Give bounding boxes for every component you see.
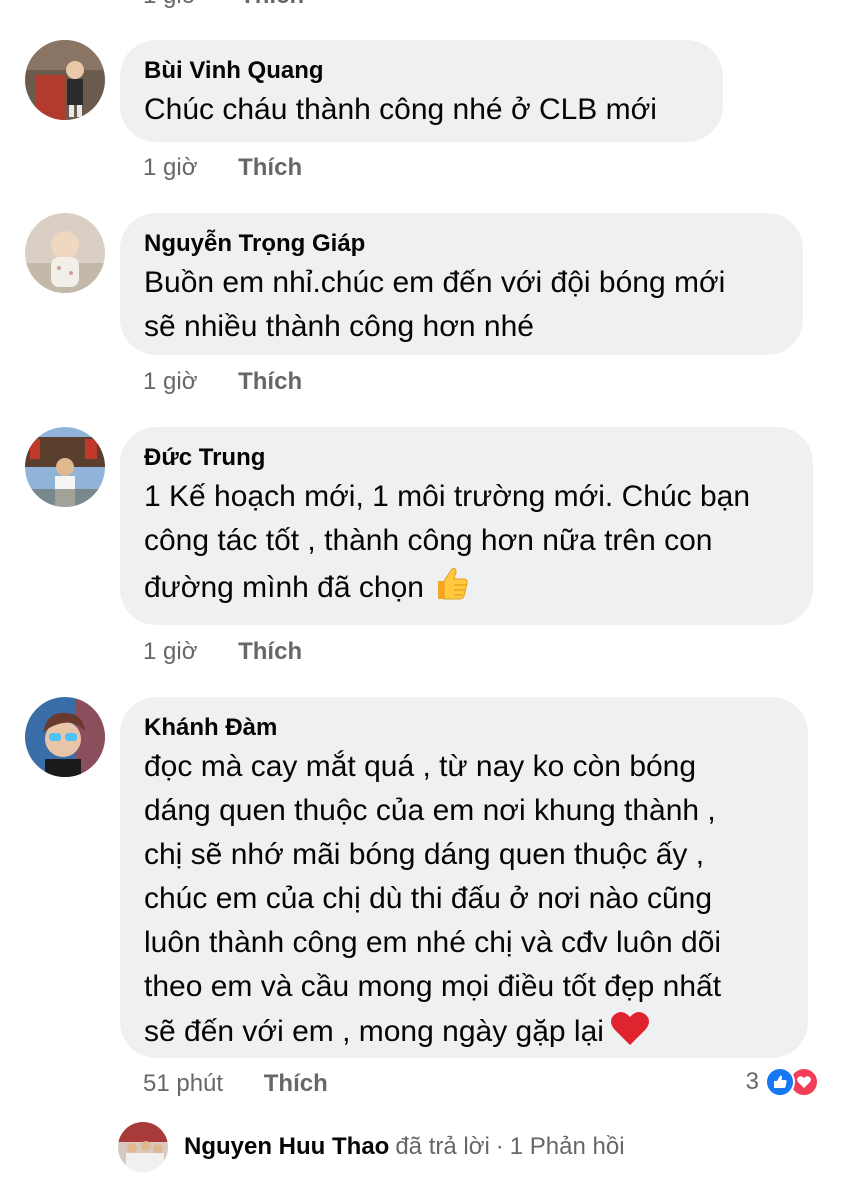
comment-author[interactable]: Đức Trung (144, 441, 789, 475)
like-reaction-icon (765, 1067, 795, 1097)
reaction-summary[interactable]: 3 (746, 1067, 819, 1097)
comment-text-content: đọc mà cay mắt quá , từ nay ko còn bóng … (144, 750, 722, 1048)
separator: · (495, 1133, 504, 1160)
comment-bubble: Khánh Đàm đọc mà cay mắt quá , từ nay ko… (120, 697, 808, 1058)
reply-author[interactable]: Nguyen Huu Thao (184, 1133, 389, 1161)
comment-text: 1 Kế hoạch mới, 1 môi trường mới. Chúc b… (144, 475, 789, 616)
comment-text: đọc mà cay mắt quá , từ nay ko còn bóng … (144, 745, 784, 1060)
comment-bubble: Bùi Vinh Quang Chúc cháu thành công nhé … (120, 40, 723, 142)
reply-count[interactable]: 1 Phản hồi (510, 1133, 625, 1161)
reply-action: đã trả lời (395, 1133, 490, 1160)
comment-text: Chúc cháu thành công nhé ở CLB mới (144, 93, 657, 126)
comment-meta: 1 giờ Thích (143, 154, 302, 182)
avatar[interactable] (25, 427, 105, 507)
comment-meta: 1 giờ Thích (143, 368, 302, 396)
like-link[interactable]: Thích (238, 638, 302, 665)
avatar (118, 1122, 168, 1172)
comment-meta: 51 phút Thích (143, 1070, 328, 1098)
like-link[interactable]: Thích (240, 0, 304, 9)
avatar[interactable] (25, 40, 105, 120)
comment-time: 1 giờ (143, 154, 198, 181)
comment-bubble: Đức Trung 1 Kế hoạch mới, 1 môi trường m… (120, 427, 813, 625)
red-heart-emoji-icon (610, 1009, 650, 1060)
comment-bubble: Nguyễn Trọng Giáp Buồn em nhỉ.chúc em đế… (120, 213, 803, 355)
reaction-count: 3 (745, 1068, 759, 1095)
thumbs-up-emoji-icon (430, 563, 470, 616)
avatar[interactable] (25, 697, 105, 777)
like-link[interactable]: Thích (238, 154, 302, 181)
previous-comment-meta: 1 giờ Thích (143, 0, 304, 10)
comment-time: 1 giờ (143, 638, 198, 665)
comment-time: 51 phút (143, 1070, 224, 1097)
comment-author[interactable]: Nguyễn Trọng Giáp (144, 227, 779, 261)
like-link[interactable]: Thích (264, 1070, 328, 1097)
comment-author[interactable]: Khánh Đàm (144, 711, 784, 745)
avatar[interactable] (25, 213, 105, 293)
comment-author[interactable]: Bùi Vinh Quang (144, 54, 699, 88)
comment-time: 1 giờ (143, 368, 198, 395)
comment-time: 1 giờ (143, 0, 197, 9)
like-link[interactable]: Thích (238, 368, 302, 395)
comment-text: Buồn em nhỉ.chúc em đến với đội bóng mới… (144, 266, 726, 343)
comment-meta: 1 giờ Thích (143, 638, 302, 666)
view-replies-link[interactable]: Nguyen Huu Thao đã trả lời · 1 Phản hồi (118, 1122, 625, 1172)
